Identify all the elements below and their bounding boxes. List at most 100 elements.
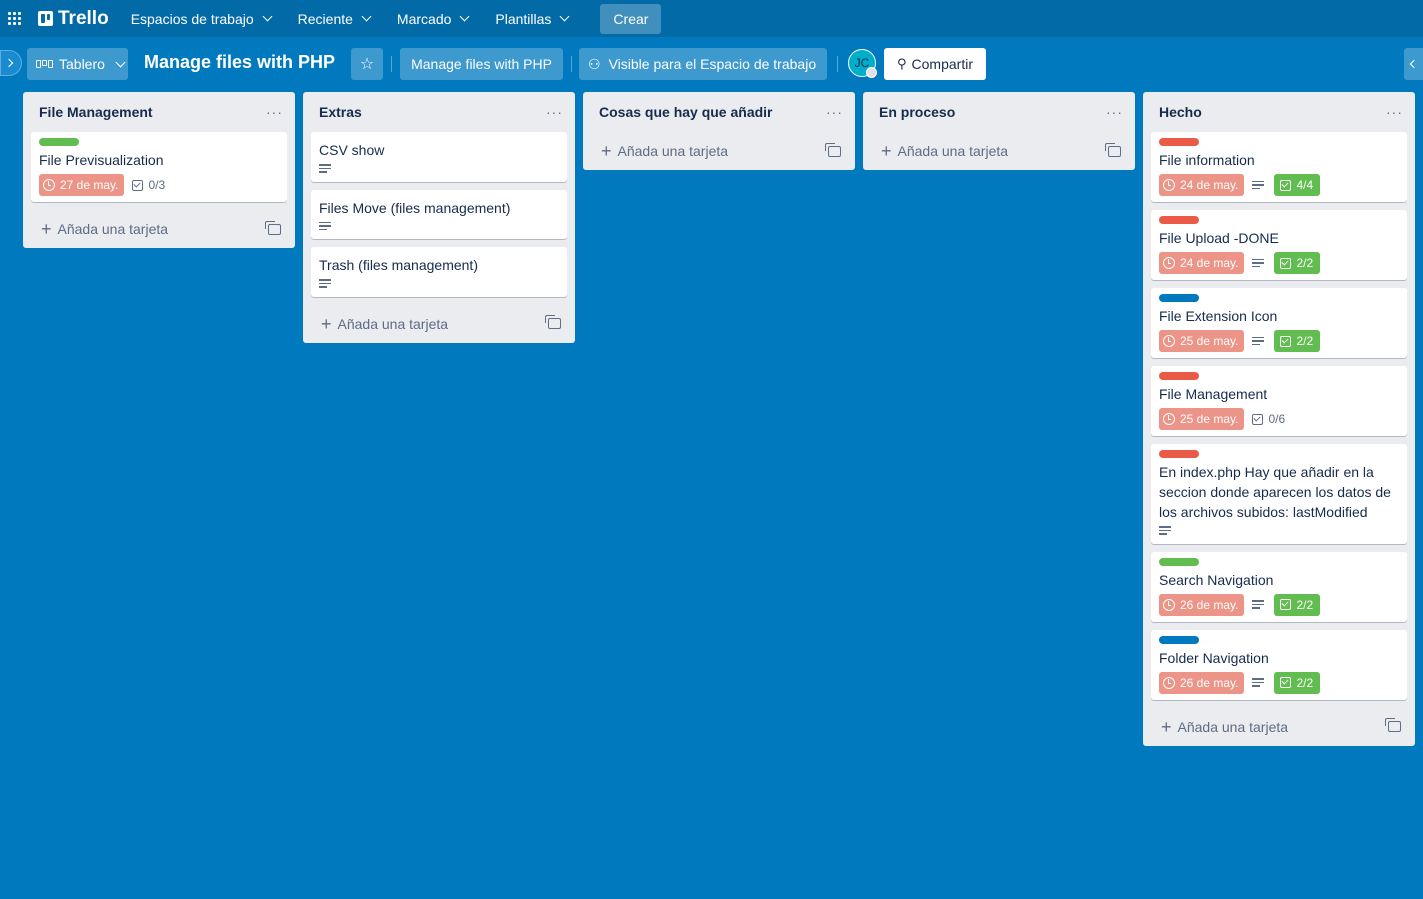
card-label[interactable] bbox=[39, 138, 79, 146]
description-icon bbox=[319, 279, 331, 288]
share-button[interactable]: ⚲ Compartir bbox=[884, 48, 986, 80]
trello-logo[interactable]: Trello bbox=[38, 8, 109, 30]
card-template-icon[interactable] bbox=[545, 315, 561, 329]
list-menu-icon[interactable]: ··· bbox=[1106, 104, 1123, 120]
card[interactable]: Trash (files management) bbox=[311, 247, 567, 297]
add-card-label-wrap: + Añada una tarjeta bbox=[1161, 718, 1288, 736]
card-label[interactable] bbox=[1159, 635, 1199, 644]
card-badges bbox=[1159, 526, 1399, 535]
due-date-text: 25 de may. bbox=[1180, 412, 1239, 426]
card-label[interactable] bbox=[1159, 138, 1199, 146]
show-menu-button[interactable] bbox=[1404, 48, 1423, 80]
card[interactable]: Search Navigation 26 de may. 2/2 bbox=[1151, 551, 1407, 622]
due-date-badge[interactable]: 25 de may. bbox=[1159, 330, 1245, 352]
divider bbox=[837, 56, 838, 72]
trello-logo-text: Trello bbox=[58, 7, 109, 29]
card-title: File information bbox=[1159, 152, 1255, 168]
due-date-badge[interactable]: 24 de may. bbox=[1159, 174, 1245, 196]
card-label[interactable] bbox=[1159, 450, 1199, 458]
card-template-icon[interactable] bbox=[825, 142, 841, 157]
card-template-icon[interactable] bbox=[1385, 718, 1401, 732]
add-card-button[interactable]: + Añada una tarjeta bbox=[583, 132, 855, 170]
nav-templates[interactable]: Plantillas bbox=[487, 4, 576, 34]
due-date-badge[interactable]: 24 de may. bbox=[1159, 252, 1245, 274]
list-menu-icon[interactable]: ··· bbox=[266, 104, 283, 120]
due-date-badge[interactable]: 25 de may. bbox=[1159, 408, 1245, 430]
add-card-button[interactable]: + Añada una tarjeta bbox=[23, 210, 295, 248]
due-date-badge[interactable]: 26 de may. bbox=[1159, 671, 1245, 694]
list-title[interactable]: Hecho bbox=[1159, 104, 1202, 120]
checklist-count: 0/3 bbox=[148, 178, 166, 192]
card[interactable]: File Upload -DONE 24 de may. 2/2 bbox=[1151, 210, 1407, 280]
list: File Management ··· File Previsualization 2… bbox=[23, 92, 295, 248]
card[interactable]: File Previsualization 27 de may. 0/3 bbox=[31, 132, 287, 202]
description-icon bbox=[1159, 526, 1171, 535]
checklist-count: 2/2 bbox=[1296, 256, 1314, 270]
board-view-icon bbox=[36, 60, 53, 68]
card[interactable]: Files Move (files management) bbox=[311, 189, 567, 239]
checklist-count: 0/6 bbox=[1268, 412, 1286, 426]
star-board-button[interactable]: ☆ bbox=[351, 48, 383, 80]
nav-workspaces[interactable]: Espacios de trabajo bbox=[123, 4, 279, 34]
visibility-button[interactable]: ⚇ Visible para el Espacio de trabajo bbox=[579, 48, 827, 80]
due-date-text: 27 de may. bbox=[60, 178, 119, 192]
nav-templates-label: Plantillas bbox=[495, 10, 552, 27]
create-button[interactable]: Crear bbox=[600, 3, 662, 34]
list: En proceso ··· + Añada una tarjeta bbox=[863, 92, 1135, 170]
card-label[interactable] bbox=[1159, 294, 1199, 302]
card-label[interactable] bbox=[1159, 557, 1199, 566]
card-template-icon[interactable] bbox=[1105, 142, 1121, 157]
checklist-badge: 4/4 bbox=[1274, 174, 1321, 196]
card-list: File Previsualization 27 de may. 0/3 bbox=[23, 132, 295, 202]
card[interactable]: File information 24 de may. 4/4 bbox=[1151, 132, 1407, 202]
member-avatar[interactable]: JC bbox=[848, 49, 877, 78]
list-menu-icon[interactable]: ··· bbox=[546, 104, 563, 120]
due-date-badge[interactable]: 27 de may. bbox=[39, 174, 125, 196]
workspace-button[interactable]: Manage files with PHP bbox=[400, 48, 563, 80]
card-title: Search Navigation bbox=[1159, 571, 1274, 588]
add-card-button[interactable]: + Añada una tarjeta bbox=[1143, 708, 1415, 746]
clock-icon bbox=[1163, 676, 1175, 689]
nav-recent[interactable]: Reciente bbox=[290, 4, 378, 34]
list-title[interactable]: File Management bbox=[39, 104, 153, 120]
add-card-button[interactable]: + Añada una tarjeta bbox=[863, 132, 1135, 170]
checklist-icon bbox=[132, 179, 144, 191]
card-label[interactable] bbox=[1159, 216, 1199, 224]
card-label[interactable] bbox=[1159, 372, 1199, 380]
card[interactable]: En index.php Hay que añadir en la seccio… bbox=[1151, 444, 1407, 544]
card-badges: 26 de may. 2/2 bbox=[1159, 593, 1399, 616]
card-list: CSV show Files Move (files management) Tra… bbox=[303, 132, 575, 297]
card[interactable]: Folder Navigation 26 de may. 2/2 bbox=[1151, 629, 1407, 700]
add-card-label: Añada una tarjeta bbox=[337, 315, 449, 332]
nav-starred[interactable]: Marcado bbox=[389, 4, 476, 34]
board-title[interactable]: Manage files with PHP bbox=[144, 52, 335, 73]
chevron-down-icon bbox=[559, 11, 570, 22]
card-badges: 24 de may. 4/4 bbox=[1159, 174, 1399, 196]
board-view-switcher[interactable]: Tablero bbox=[27, 48, 128, 80]
list-title[interactable]: Cosas que hay que añadir bbox=[599, 104, 773, 120]
card-badges bbox=[319, 164, 559, 173]
due-date-text: 25 de may. bbox=[1180, 334, 1239, 348]
card-badges: 25 de may. 0/6 bbox=[1159, 408, 1399, 430]
trello-logo-icon bbox=[38, 11, 53, 26]
list: Hecho ··· File information 24 de may. 4/4 Fil… bbox=[1143, 92, 1415, 746]
add-card-button[interactable]: + Añada una tarjeta bbox=[303, 305, 575, 343]
card-template-icon[interactable] bbox=[265, 220, 281, 235]
clock-icon bbox=[1163, 257, 1175, 269]
card-badges: 27 de may. 0/3 bbox=[39, 174, 279, 196]
sidebar-expand-button[interactable] bbox=[0, 50, 22, 76]
card[interactable]: File Extension Icon 25 de may. 2/2 bbox=[1151, 288, 1407, 358]
nav-workspaces-label: Espacios de trabajo bbox=[130, 10, 254, 27]
card[interactable]: CSV show bbox=[311, 132, 567, 182]
apps-grid-icon[interactable] bbox=[8, 11, 22, 26]
checklist-count: 2/2 bbox=[1296, 675, 1314, 690]
card[interactable]: File Management 25 de may. 0/6 bbox=[1151, 366, 1407, 436]
list-title[interactable]: Extras bbox=[319, 104, 362, 120]
checklist-count: 4/4 bbox=[1296, 178, 1314, 192]
clock-icon bbox=[43, 179, 55, 191]
list-header: En proceso ··· bbox=[863, 92, 1135, 132]
due-date-badge[interactable]: 26 de may. bbox=[1159, 593, 1245, 616]
list-title[interactable]: En proceso bbox=[879, 104, 955, 120]
list-menu-icon[interactable]: ··· bbox=[826, 104, 843, 120]
list-menu-icon[interactable]: ··· bbox=[1386, 104, 1403, 120]
